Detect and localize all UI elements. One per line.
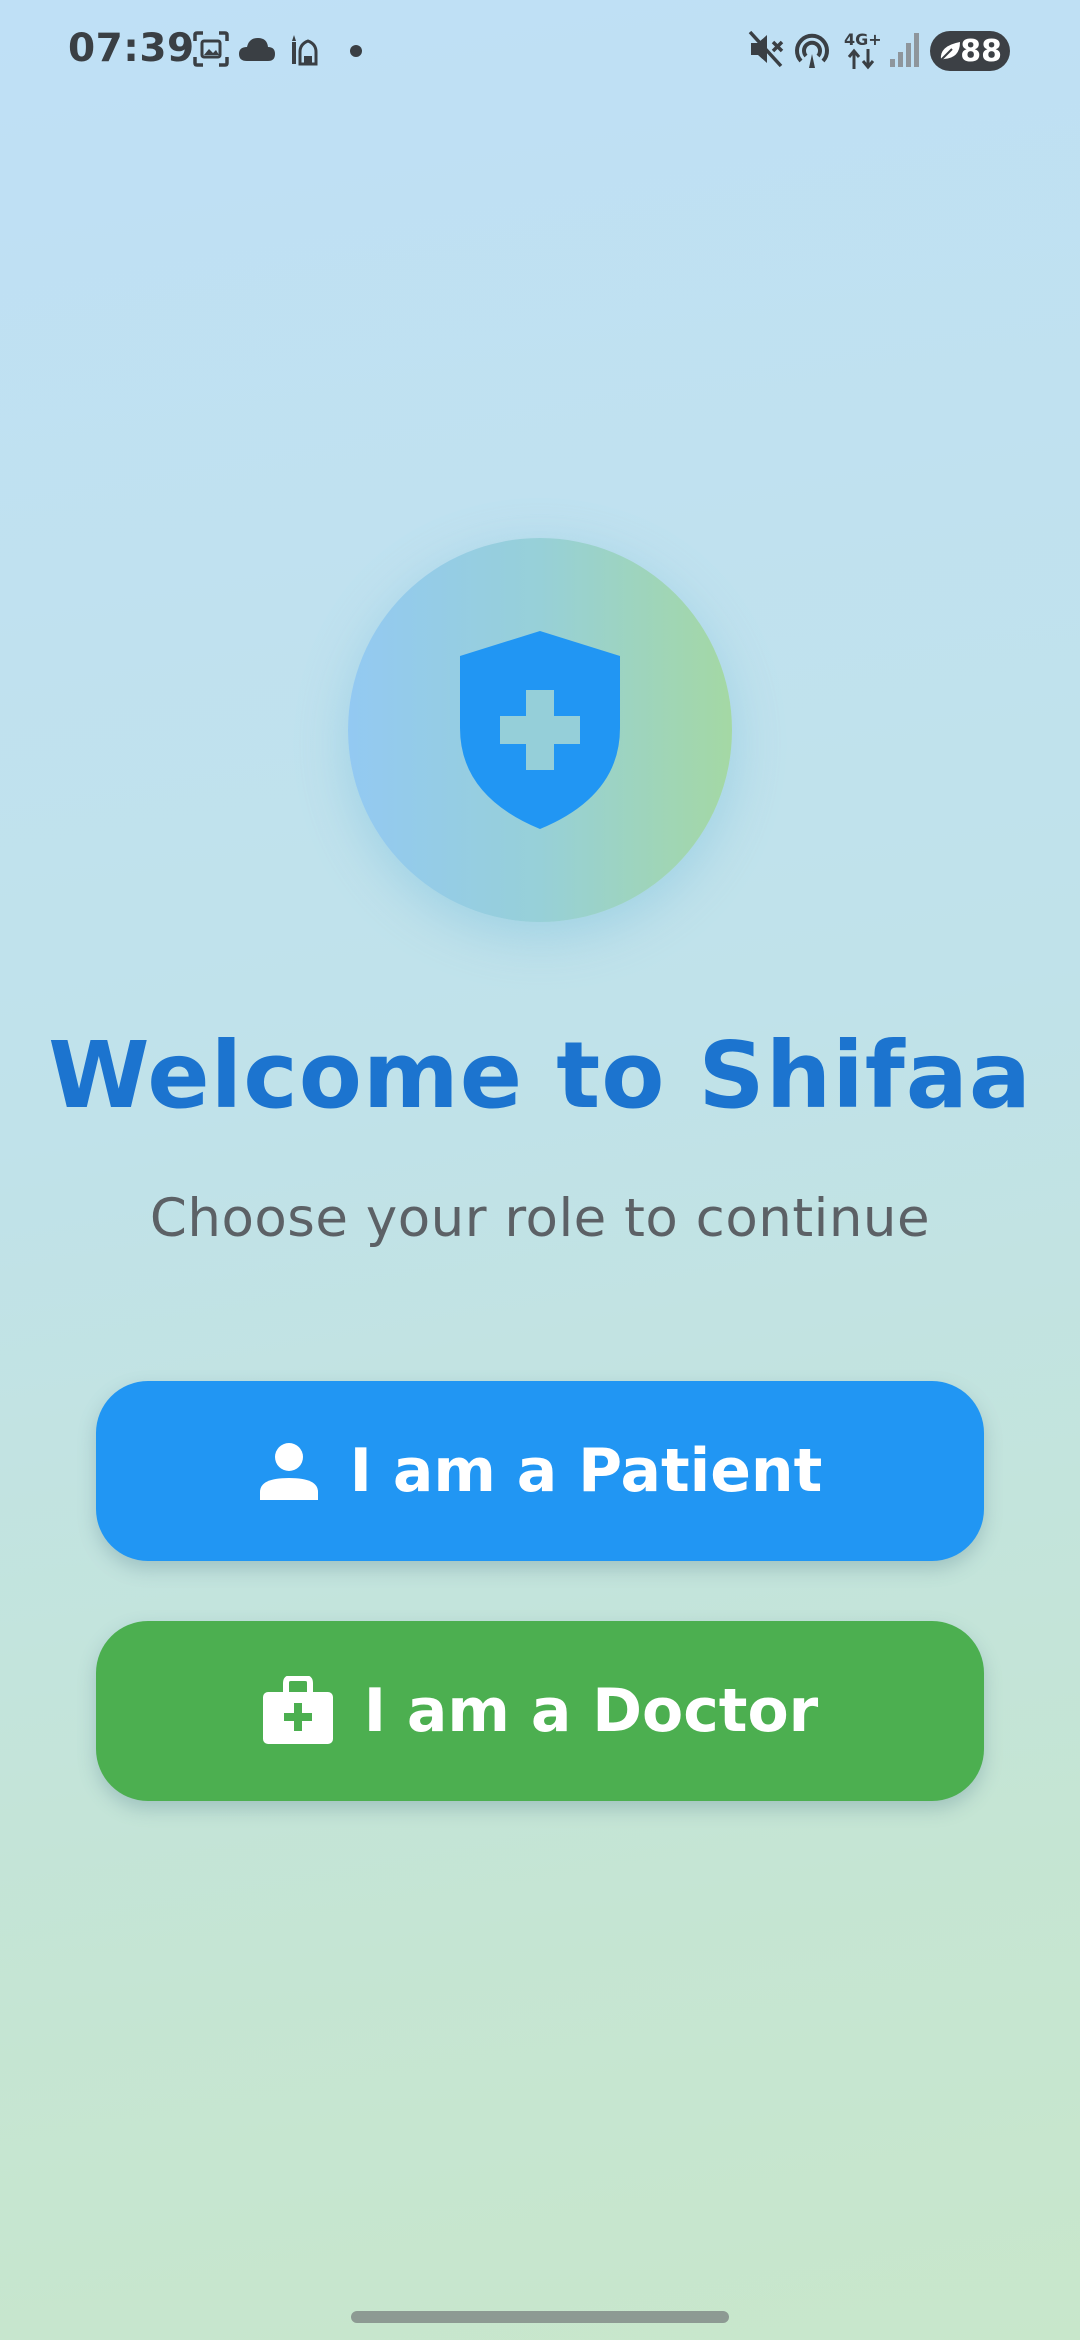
patient-button-label: I am a Patient	[349, 1436, 823, 1506]
dot-icon	[350, 45, 362, 57]
battery-saver-leaf-icon	[939, 42, 960, 62]
patient-role-button[interactable]: I am a Patient	[96, 1381, 984, 1561]
screenshot-icon	[193, 31, 229, 67]
mobile-data-icon: 4G+	[842, 30, 882, 70]
doctor-role-button[interactable]: I am a Doctor	[96, 1621, 984, 1801]
cloud-icon	[239, 38, 275, 61]
battery-level: 88	[960, 33, 1002, 69]
app-logo	[348, 538, 732, 922]
doctor-button-label: I am a Doctor	[363, 1676, 819, 1746]
home-gesture-bar[interactable]	[351, 2311, 729, 2323]
status-bar: 07:39 4G+ 88	[0, 0, 1080, 100]
person-icon	[258, 1440, 320, 1502]
mosque-icon	[292, 35, 318, 66]
hotspot-icon	[795, 33, 829, 68]
signal-icon	[890, 33, 919, 67]
shield-medical-icon	[460, 631, 620, 829]
page-title: Welcome to Shifaa	[48, 1022, 1032, 1129]
network-type-label: 4G+	[844, 30, 882, 49]
status-time: 07:39	[68, 26, 195, 71]
mute-icon	[748, 30, 784, 68]
page-subtitle: Choose your role to continue	[149, 1188, 931, 1249]
battery-icon: 88	[930, 31, 1010, 71]
medical-bag-icon	[262, 1676, 334, 1746]
